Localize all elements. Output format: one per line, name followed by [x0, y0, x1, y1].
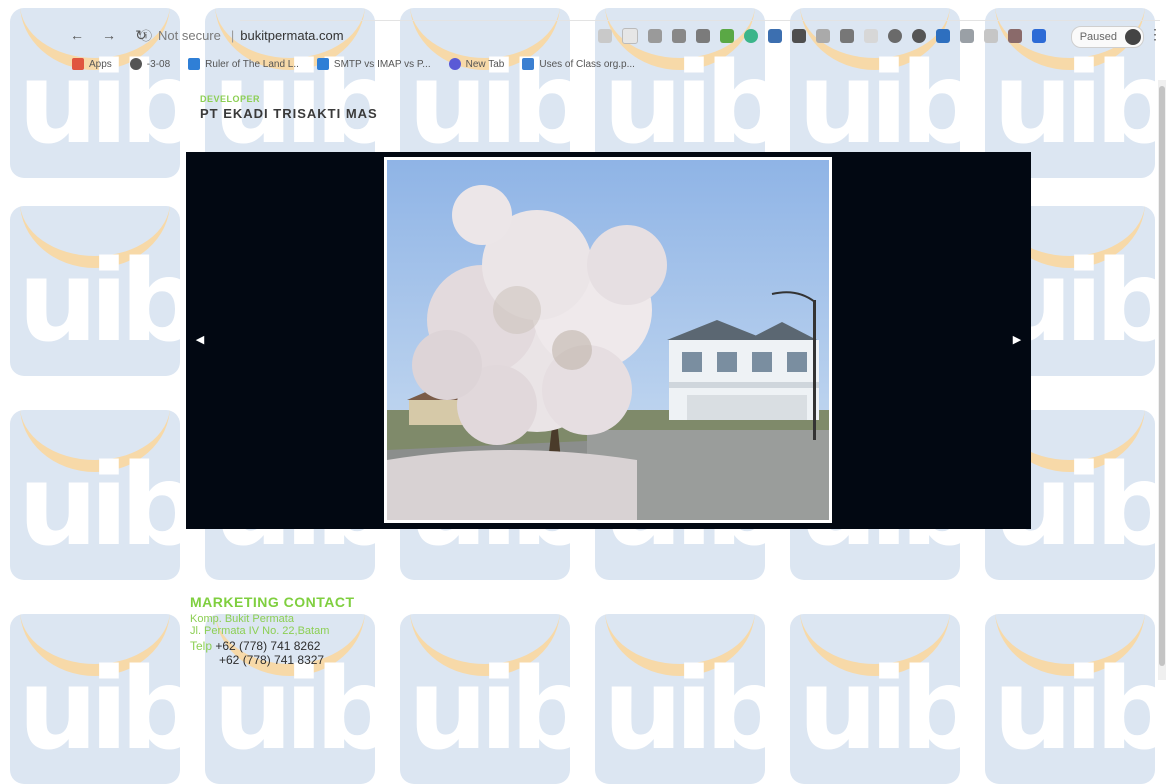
extension-leaf-icon[interactable]	[960, 29, 974, 43]
bookmark-item[interactable]: SMTP vs IMAP vs P...	[316, 58, 431, 70]
contact-address-line1: Komp. Bukit Permata	[190, 613, 294, 625]
image-slider: ◀ ▶	[186, 152, 1031, 529]
phone-number-1: +62 (778) 741 8262	[215, 639, 321, 653]
extension-plug-icon[interactable]	[720, 29, 734, 43]
slider-photo	[384, 157, 832, 523]
extension-bar-icon[interactable]	[840, 29, 854, 43]
tab-strip-divider	[240, 20, 1160, 21]
phone-label: Telp	[190, 639, 213, 653]
scrollbar-thumb[interactable]	[1159, 86, 1165, 666]
translate-icon[interactable]	[598, 29, 612, 43]
bookmark-label: Apps	[89, 58, 112, 70]
bookmark-label: New Tab	[465, 58, 505, 70]
developer-label: DEVELOPER	[200, 94, 261, 104]
site-icon	[188, 58, 201, 70]
apps-grid-icon	[72, 58, 84, 70]
chrome-icon	[448, 58, 461, 70]
avatar	[1125, 29, 1141, 45]
profile-button[interactable]: Paused	[1070, 26, 1144, 48]
page-content: DEVELOPER PT EKADI TRISAKTI MAS ◀ ▶ MARK…	[0, 0, 1166, 709]
contact-address-line2: Jl. Permata IV No. 22,Batam	[190, 625, 330, 637]
nav-buttons: ← → ↻	[68, 22, 150, 48]
bookmark-label: SMTP vs IMAP vs P...	[333, 58, 431, 70]
extension-cast-icon[interactable]	[1032, 29, 1046, 43]
extension-shield-icon[interactable]	[648, 29, 662, 43]
star-icon[interactable]	[622, 28, 638, 44]
browser-chrome: ← → ↻ ⓘ Not secure | bukitpermata.com Pa…	[0, 0, 1166, 76]
bookmark-item[interactable]: Apps	[72, 58, 112, 70]
marketing-contact-title: MARKETING CONTACT	[190, 594, 355, 610]
slider-next-arrow-icon[interactable]: ▶	[1011, 334, 1023, 346]
extension-gear-icon[interactable]	[672, 29, 686, 43]
menu-dots-icon[interactable]: ⋮	[1148, 26, 1162, 43]
bookmark-item[interactable]: New Tab	[448, 58, 505, 70]
bookmark-item[interactable]: -3-08	[129, 58, 171, 70]
bookmark-item[interactable]: Ruler of The Land L..	[188, 58, 299, 70]
bookmarks-bar: Apps -3-08 Ruler of The Land L.. SMTP vs IM…	[72, 58, 635, 70]
slider-prev-arrow-icon[interactable]: ◀	[194, 334, 206, 346]
bookmark-item[interactable]: Uses of Class org.p...	[522, 58, 635, 70]
info-icon[interactable]: ⓘ	[140, 27, 158, 44]
contact-phone-row1: Telp +62 (778) 741 8262	[190, 639, 320, 653]
extension-refresh-icon[interactable]	[696, 29, 710, 43]
extension-filter-icon[interactable]	[1008, 29, 1022, 43]
site-icon	[316, 58, 329, 70]
bookmark-label: -3-08	[146, 58, 171, 70]
globe-icon	[129, 58, 142, 70]
forward-arrow-icon[interactable]: →	[100, 27, 118, 43]
profile-name: Paused	[1079, 31, 1117, 43]
extension-box-icon[interactable]	[768, 29, 782, 43]
phone-number-2: +62 (778) 741 8327	[219, 653, 325, 667]
address-separator: |	[230, 27, 235, 43]
url-text: bukitpermata.com	[240, 27, 344, 43]
back-arrow-icon[interactable]: ←	[68, 27, 86, 43]
doc-icon	[522, 58, 535, 70]
extension-shield2-icon[interactable]	[984, 29, 998, 43]
tree-house-photo	[387, 160, 829, 520]
bookmark-label: Ruler of The Land L..	[205, 58, 299, 70]
extension-new-icon[interactable]	[936, 29, 950, 43]
extension-blank-icon[interactable]	[864, 29, 878, 43]
extension-icons	[598, 28, 1046, 44]
extension-hd-icon[interactable]	[816, 29, 830, 43]
security-label: Not secure	[158, 27, 221, 43]
extension-circle-icon[interactable]	[744, 29, 758, 43]
extension-ring-icon[interactable]	[888, 29, 902, 43]
extension-flower-icon[interactable]	[912, 29, 926, 43]
developer-name: PT EKADI TRISAKTI MAS	[200, 106, 378, 121]
extension-screen-icon[interactable]	[792, 29, 806, 43]
bookmark-label: Uses of Class org.p...	[539, 58, 635, 70]
